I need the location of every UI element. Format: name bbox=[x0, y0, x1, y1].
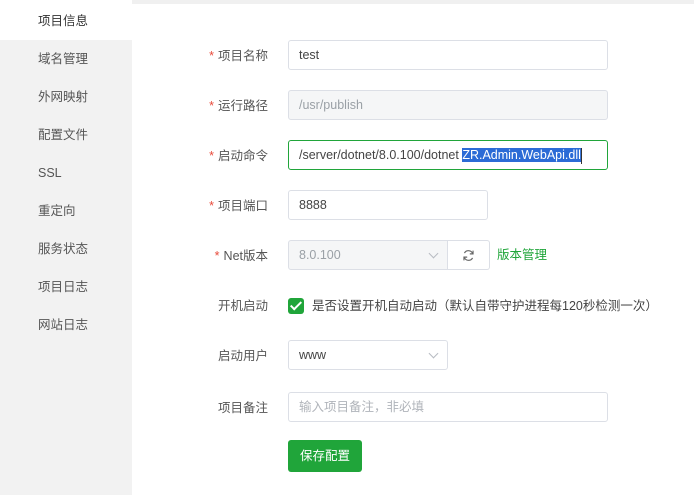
start-command-row: * 启动命令 /server/dotnet/8.0.100/dotnet ZR.A… bbox=[132, 140, 694, 172]
required-mark: * bbox=[209, 49, 214, 63]
project-remark-label: 项目备注 bbox=[217, 401, 268, 415]
net-version-value: 8.0.100 bbox=[299, 248, 341, 262]
refresh-button[interactable] bbox=[448, 240, 490, 270]
project-remark-row: 项目备注 输入项目备注，非必填 bbox=[132, 392, 694, 424]
project-name-input[interactable]: test bbox=[288, 40, 608, 70]
version-manage-link[interactable]: 版本管理 bbox=[497, 240, 547, 270]
sidebar-item-ssl[interactable]: SSL bbox=[0, 154, 132, 192]
chevron-down-icon bbox=[428, 248, 439, 259]
autostart-description: 是否设置开机自动启动（默认自带守护进程每120秒检测一次） bbox=[312, 299, 658, 313]
refresh-icon bbox=[463, 250, 474, 261]
sidebar-item-site-log[interactable]: 网站日志 bbox=[0, 306, 132, 344]
chevron-down-icon bbox=[428, 348, 439, 359]
project-remark-placeholder: 输入项目备注，非必填 bbox=[299, 400, 425, 414]
project-remark-input[interactable]: 输入项目备注，非必填 bbox=[288, 392, 608, 422]
run-path-row: * 运行路径 /usr/publish bbox=[132, 90, 694, 122]
sidebar-top-gap bbox=[0, 0, 132, 4]
project-port-row: * 项目端口 8888 bbox=[132, 190, 694, 222]
sidebar-item-external-mapping[interactable]: 外网映射 bbox=[0, 78, 132, 116]
sidebar-item-domain-management[interactable]: 域名管理 bbox=[0, 40, 132, 78]
required-mark: * bbox=[214, 249, 220, 263]
net-version-label: * Net版本 bbox=[214, 249, 268, 263]
net-version-row: * Net版本 8.0.100 版本管理 bbox=[132, 240, 694, 272]
text-caret bbox=[580, 147, 582, 164]
required-mark: * bbox=[209, 149, 214, 163]
start-user-select[interactable]: www bbox=[288, 340, 448, 370]
run-path-input[interactable]: /usr/publish bbox=[288, 90, 608, 120]
project-port-label: * 项目端口 bbox=[209, 199, 268, 213]
net-version-select[interactable]: 8.0.100 bbox=[288, 240, 448, 270]
autostart-checkbox[interactable] bbox=[288, 298, 304, 314]
sidebar: 项目信息 域名管理 外网映射 配置文件 SSL 重定向 服务状态 项目日志 网站… bbox=[0, 0, 132, 495]
sidebar-item-project-log[interactable]: 项目日志 bbox=[0, 268, 132, 306]
save-config-button[interactable]: 保存配置 bbox=[288, 440, 362, 472]
required-mark: * bbox=[209, 199, 214, 213]
required-mark: * bbox=[209, 99, 214, 113]
start-user-label: 启动用户 bbox=[217, 349, 268, 363]
sidebar-item-redirect[interactable]: 重定向 bbox=[0, 192, 132, 230]
project-name-label: * 项目名称 bbox=[209, 49, 268, 63]
start-command-input[interactable]: /server/dotnet/8.0.100/dotnet ZR.Admin.W… bbox=[288, 140, 608, 170]
start-user-value: www bbox=[299, 348, 327, 362]
run-path-label: * 运行路径 bbox=[209, 99, 268, 113]
start-command-label: * 启动命令 bbox=[209, 149, 268, 163]
project-name-row: * 项目名称 test bbox=[132, 40, 694, 72]
start-command-selected-text: ZR.Admin.WebApi.dll bbox=[462, 148, 581, 162]
sidebar-item-project-info[interactable]: 项目信息 bbox=[0, 2, 132, 40]
autostart-row: 开机启动 是否设置开机自动启动（默认自带守护进程每120秒检测一次） bbox=[132, 290, 694, 322]
sidebar-item-config-file[interactable]: 配置文件 bbox=[0, 116, 132, 154]
project-port-input[interactable]: 8888 bbox=[288, 190, 488, 220]
start-command-text: /server/dotnet/8.0.100/dotnet bbox=[299, 148, 463, 162]
start-user-row: 启动用户 www bbox=[132, 340, 694, 372]
sidebar-item-service-status[interactable]: 服务状态 bbox=[0, 230, 132, 268]
autostart-label: 开机启动 bbox=[217, 299, 268, 313]
